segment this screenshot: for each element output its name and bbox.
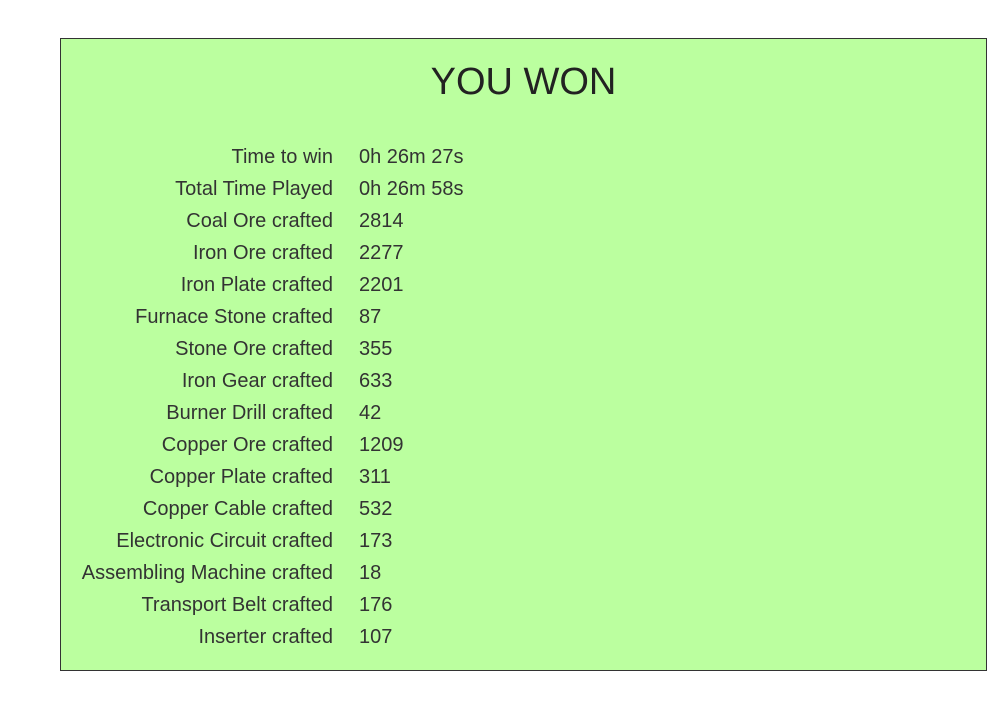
- stat-label: Coal Ore crafted: [186, 210, 333, 232]
- stat-value: 18: [359, 562, 382, 584]
- victory-title: YOU WON: [430, 61, 617, 103]
- stat-row-coal-ore: Coal Ore crafted 2814: [61, 205, 464, 237]
- stat-value: 633: [359, 370, 393, 392]
- stat-value: 176: [359, 594, 393, 616]
- stat-value: 0h 26m 58s: [359, 178, 464, 200]
- stat-value: 1209: [359, 434, 404, 456]
- stat-value: 2201: [359, 274, 404, 296]
- stat-value: 0h 26m 27s: [359, 146, 464, 168]
- stat-label: Total Time Played: [175, 178, 333, 200]
- stat-row-assembling-machine: Assembling Machine crafted 18: [61, 557, 464, 589]
- stat-row-transport-belt: Transport Belt crafted 176: [61, 589, 464, 621]
- stat-row-burner-drill: Burner Drill crafted 42: [61, 397, 464, 429]
- stat-label: Furnace Stone crafted: [135, 306, 333, 328]
- stat-row-time-to-win: Time to win 0h 26m 27s: [61, 141, 464, 173]
- stats-table: Time to win 0h 26m 27s Total Time Played…: [61, 141, 464, 653]
- stat-value: 42: [359, 402, 382, 424]
- stat-value: 2277: [359, 242, 404, 264]
- stat-row-copper-ore: Copper Ore crafted 1209: [61, 429, 464, 461]
- stat-row-total-time-played: Total Time Played 0h 26m 58s: [61, 173, 464, 205]
- stat-label: Copper Plate crafted: [149, 466, 333, 488]
- stat-label: Copper Ore crafted: [161, 434, 333, 456]
- stat-label: Inserter crafted: [198, 626, 333, 648]
- stat-row-iron-plate: Iron Plate crafted 2201: [61, 269, 464, 301]
- stat-label: Transport Belt crafted: [141, 594, 333, 616]
- stat-row-iron-ore: Iron Ore crafted 2277: [61, 237, 464, 269]
- stat-label: Iron Gear crafted: [181, 370, 333, 392]
- stat-value: 107: [359, 626, 393, 648]
- stat-label: Time to win: [231, 146, 333, 168]
- stat-label: Electronic Circuit crafted: [116, 530, 333, 552]
- stat-label: Iron Plate crafted: [180, 274, 333, 296]
- stat-row-inserter: Inserter crafted 107: [61, 621, 464, 653]
- stat-label: Iron Ore crafted: [192, 242, 333, 264]
- stat-row-electronic-circuit: Electronic Circuit crafted 173: [61, 525, 464, 557]
- stat-row-copper-cable: Copper Cable crafted 532: [61, 493, 464, 525]
- stat-value: 2814: [359, 210, 404, 232]
- stat-row-furnace-stone: Furnace Stone crafted 87: [61, 301, 464, 333]
- stat-label: Assembling Machine crafted: [81, 562, 333, 584]
- stat-value: 311: [359, 466, 391, 488]
- stat-label: Stone Ore crafted: [175, 338, 333, 360]
- stat-row-iron-gear: Iron Gear crafted 633: [61, 365, 464, 397]
- stat-value: 173: [359, 530, 393, 552]
- stat-label: Copper Cable crafted: [142, 498, 333, 520]
- stat-label: Burner Drill crafted: [166, 402, 333, 424]
- stat-value: 87: [359, 306, 382, 328]
- stat-value: 355: [359, 338, 393, 360]
- stat-value: 532: [359, 498, 393, 520]
- victory-panel: YOU WON Time to win 0h 26m 27s Total Tim…: [60, 38, 987, 671]
- stat-row-stone-ore: Stone Ore crafted 355: [61, 333, 464, 365]
- stat-row-copper-plate: Copper Plate crafted 311: [61, 461, 464, 493]
